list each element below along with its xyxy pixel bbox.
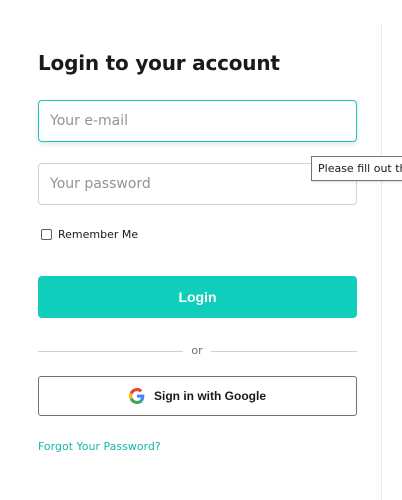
divider-line-left	[38, 351, 183, 352]
forgot-password-link[interactable]: Forgot Your Password?	[38, 440, 161, 453]
page-title: Login to your account	[38, 51, 280, 75]
validation-tooltip: Please fill out this field.	[311, 156, 402, 181]
login-button[interactable]: Login	[38, 276, 357, 318]
google-button-label: Sign in with Google	[154, 389, 266, 403]
remember-me-label: Remember Me	[58, 228, 139, 241]
password-field[interactable]	[38, 163, 357, 205]
remember-me[interactable]: Remember Me	[41, 228, 138, 241]
right-divider	[381, 24, 382, 500]
or-divider: or	[38, 344, 357, 358]
or-text: or	[191, 344, 203, 357]
remember-me-checkbox[interactable]	[41, 229, 52, 240]
divider-line-right	[211, 351, 357, 352]
login-page: Login to your account Please fill out th…	[0, 0, 402, 500]
google-signin-button[interactable]: Sign in with Google	[38, 376, 357, 416]
google-g-icon	[129, 388, 145, 404]
email-field[interactable]	[38, 100, 357, 142]
